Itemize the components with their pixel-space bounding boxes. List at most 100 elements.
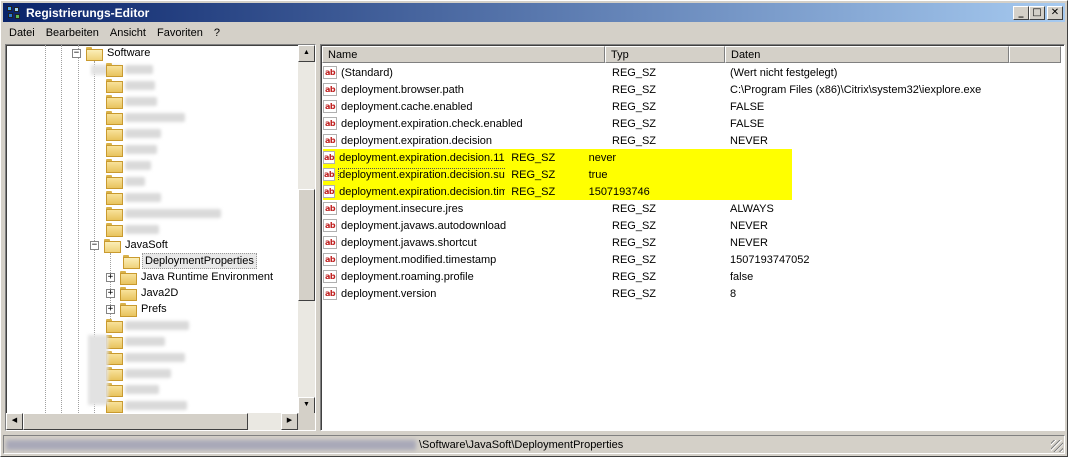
column-header-type[interactable]: Typ <box>605 46 725 63</box>
value-name-cell[interactable]: ab deployment.roaming.profile <box>323 270 606 283</box>
value-name-cell[interactable]: ab deployment.cache.enabled <box>323 100 606 113</box>
string-value-icon: ab <box>323 100 337 113</box>
scroll-left-icon[interactable]: ◀ <box>6 413 23 430</box>
tree-item-redacted <box>106 157 151 173</box>
string-value-icon: ab <box>323 236 337 249</box>
value-type: REG_SZ <box>505 185 585 198</box>
value-name-cell[interactable]: ab deployment.javaws.shortcut <box>323 236 606 249</box>
value-row[interactable]: ab deployment.version REG_SZ 8 <box>323 285 1046 302</box>
value-data: ALWAYS <box>730 202 774 215</box>
value-name-cell[interactable]: ab (Standard) <box>323 66 606 79</box>
value-row[interactable]: ab deployment.modified.timestamp REG_SZ 150… <box>323 251 1046 268</box>
value-row[interactable]: abdeployment.expiration.decision.timesta… <box>323 183 792 200</box>
value-name-cell[interactable]: ab deployment.version <box>323 287 606 300</box>
tree-item-redacted <box>106 189 161 205</box>
tree-item-redacted <box>106 173 145 189</box>
expand-icon[interactable]: + <box>106 288 115 298</box>
tree-item-java2d[interactable]: + Java2D <box>106 285 180 301</box>
string-value-icon: ab <box>323 270 337 283</box>
menu-favoriten[interactable]: Favoriten <box>151 27 208 39</box>
resize-grip-icon[interactable] <box>1051 440 1063 452</box>
value-type: REG_SZ <box>505 168 585 181</box>
minimize-button[interactable]: _ <box>1013 5 1029 20</box>
value-data: true <box>588 168 608 181</box>
value-row[interactable]: ab deployment.javaws.shortcut REG_SZ NEVER <box>323 234 1046 251</box>
value-name-cell[interactable]: abdeployment.expiration.decision.suppres… <box>323 168 506 181</box>
scroll-up-icon[interactable]: ▲ <box>298 45 315 62</box>
scroll-thumb[interactable] <box>23 413 248 430</box>
value-row[interactable]: ab deployment.javaws.autodownload REG_SZ NE… <box>323 217 1046 234</box>
value-row[interactable]: ab (Standard) REG_SZ (Wert nicht festgelegt… <box>323 64 1046 81</box>
list-header: Name Typ Daten <box>322 46 1061 63</box>
tree-item-software[interactable]: − Software <box>72 45 152 61</box>
tree-item-prefs[interactable]: + Prefs <box>106 301 169 317</box>
value-row[interactable]: abdeployment.expiration.decision.suppres… <box>323 166 792 183</box>
values-list-pane[interactable]: Name Typ Daten ab (Standard) REG_SZ (Wert n… <box>320 44 1065 431</box>
tree-item-java-runtime-environment[interactable]: + Java Runtime Environment <box>106 269 275 285</box>
value-name-cell[interactable]: ab deployment.expiration.check.enabled <box>323 117 606 130</box>
folder-icon <box>120 271 137 285</box>
value-name-cell[interactable]: abdeployment.expiration.decision.timesta… <box>323 185 506 198</box>
menu-bearbeiten[interactable]: Bearbeiten <box>40 27 104 39</box>
tree-item-deploymentproperties[interactable]: DeploymentProperties <box>123 253 257 269</box>
tree-label: Software <box>107 47 151 59</box>
tree-item-redacted <box>106 205 221 221</box>
scroll-right-icon[interactable]: ▶ <box>281 413 298 430</box>
value-name-cell[interactable]: abdeployment.expiration.decision.11.121.… <box>323 151 506 164</box>
folder-icon <box>106 79 123 93</box>
value-name-cell[interactable]: ab deployment.browser.path <box>323 83 606 96</box>
string-value-icon: ab <box>323 202 337 215</box>
value-type: REG_SZ <box>505 151 585 164</box>
tree-item-redacted <box>106 125 161 141</box>
menu-ansicht[interactable]: Ansicht <box>104 27 151 39</box>
value-name-cell[interactable]: ab deployment.expiration.decision <box>323 134 606 147</box>
maximize-button[interactable]: □ <box>1029 5 1045 20</box>
scroll-down-icon[interactable]: ▼ <box>298 397 315 414</box>
string-value-icon: ab <box>323 287 337 300</box>
expand-icon[interactable]: + <box>106 272 115 282</box>
value-data: false <box>730 270 754 283</box>
value-data: FALSE <box>730 100 765 113</box>
title-bar[interactable]: Registrierungs-Editor _ □ ✕ <box>3 3 1065 22</box>
column-header-filler <box>1009 46 1061 63</box>
column-header-data[interactable]: Daten <box>725 46 1009 63</box>
value-name: deployment.version <box>341 287 437 300</box>
collapse-icon[interactable]: − <box>90 240 99 250</box>
value-name-cell[interactable]: ab deployment.insecure.jres <box>323 202 606 215</box>
value-row[interactable]: ab deployment.browser.path REG_SZ C:\Progra… <box>323 81 1046 98</box>
value-type: REG_SZ <box>612 236 657 249</box>
value-row[interactable]: ab deployment.cache.enabled REG_SZ FALSE <box>323 98 1046 115</box>
tree-vertical-scrollbar[interactable]: ▲ ▼ <box>298 45 315 414</box>
value-name: deployment.expiration.check.enabled <box>341 117 523 130</box>
tree-item-javasoft[interactable]: − JavaSoft <box>90 237 170 253</box>
folder-icon <box>106 95 123 109</box>
value-row[interactable]: ab deployment.roaming.profile REG_SZ false <box>323 268 1046 285</box>
value-row[interactable]: ab deployment.expiration.check.enabled REG… <box>323 115 1046 132</box>
value-name: deployment.modified.timestamp <box>341 253 497 266</box>
folder-icon <box>106 399 123 413</box>
tree-horizontal-scrollbar[interactable]: ◀ ▶ <box>6 413 298 430</box>
value-name-cell[interactable]: ab deployment.javaws.autodownload <box>323 219 606 232</box>
collapse-icon[interactable]: − <box>72 48 81 58</box>
folder-icon <box>106 223 123 237</box>
tree-item-redacted <box>106 61 153 77</box>
value-name-cell[interactable]: ab deployment.modified.timestamp <box>323 253 606 266</box>
menu-help[interactable]: ? <box>208 27 225 39</box>
value-row[interactable]: ab deployment.insecure.jres REG_SZ ALWAYS <box>323 200 1046 217</box>
expand-icon[interactable]: + <box>106 304 115 314</box>
value-type: REG_SZ <box>612 202 657 215</box>
folder-icon <box>106 351 123 365</box>
value-data: FALSE <box>730 117 765 130</box>
value-row[interactable]: abdeployment.expiration.decision.11.121.… <box>323 149 792 166</box>
tree-item-redacted <box>106 317 189 333</box>
value-name: deployment.roaming.profile <box>341 270 474 283</box>
column-header-name[interactable]: Name <box>322 46 605 63</box>
scroll-thumb[interactable] <box>298 189 315 301</box>
menu-datei[interactable]: Datei <box>3 27 40 39</box>
folder-icon <box>120 287 137 301</box>
value-row[interactable]: ab deployment.expiration.decision REG_SZ NE… <box>323 132 1046 149</box>
key-tree-pane[interactable]: − Software − JavaSoft DeploymentProperti… <box>5 44 316 431</box>
folder-icon <box>106 367 123 381</box>
string-value-icon: ab <box>323 168 336 181</box>
close-button[interactable]: ✕ <box>1047 5 1063 20</box>
